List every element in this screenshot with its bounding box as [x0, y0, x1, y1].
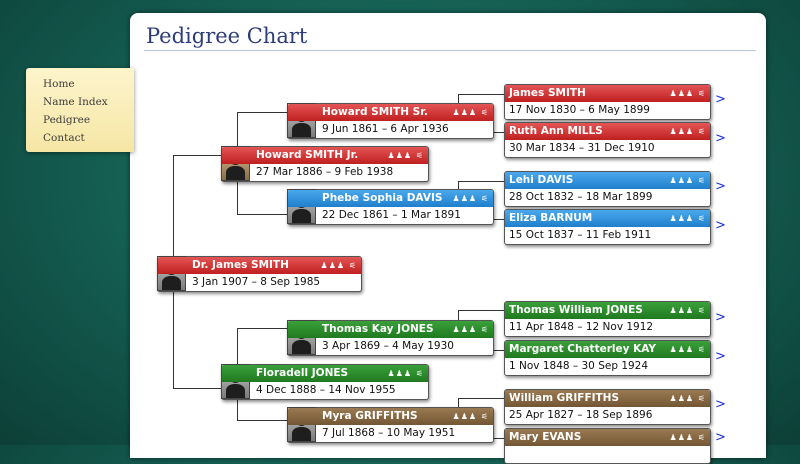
- person-card-great-grandparent[interactable]: Thomas William JONES ♟♟♟ ⚟ 11 Apr 1848 – …: [504, 301, 711, 337]
- person-dates: 3 Jan 1907 – 8 Sep 1985: [192, 276, 321, 288]
- person-card-great-grandparent[interactable]: Eliza BARNUM ♟♟♟ ⚟ 15 Oct 1837 – 11 Feb 1…: [504, 209, 711, 245]
- record-icons[interactable]: ♟♟♟ ⚟: [670, 302, 706, 319]
- person-dates: [505, 446, 710, 463]
- expand-ancestors-icon[interactable]: >: [715, 92, 726, 107]
- expand-ancestors-icon[interactable]: >: [715, 430, 726, 445]
- expand-ancestors-icon[interactable]: >: [715, 131, 726, 146]
- person-card-paternal-grandmother[interactable]: Phebe Sophia DAVIS ♟♟♟ ⚟ 22 Dec 1861 – 1 …: [287, 189, 494, 225]
- person-dates: 28 Oct 1832 – 18 Mar 1899: [509, 191, 653, 203]
- record-icons[interactable]: ♟♟♟ ⚟: [670, 429, 706, 446]
- person-card-great-grandparent[interactable]: Mary EVANS ♟♟♟ ⚟: [504, 428, 711, 464]
- person-name: Dr. James SMITH: [192, 259, 289, 271]
- person-name: Margaret Chatterley KAY: [509, 343, 656, 355]
- person-card-father[interactable]: Howard SMITH Jr. ♟♟♟ ⚟ 27 Mar 1886 – 9 Fe…: [221, 146, 429, 182]
- person-card-great-grandparent[interactable]: Margaret Chatterley KAY ♟♟♟ ⚟ 1 Nov 1848 …: [504, 340, 711, 376]
- record-icons[interactable]: ♟♟♟ ⚟: [670, 172, 706, 189]
- person-name: Myra GRIFFITHS: [322, 410, 418, 422]
- person-name: Phebe Sophia DAVIS: [322, 192, 443, 204]
- nav-name-index-link[interactable]: Name Index: [26, 93, 134, 111]
- record-icons[interactable]: ♟♟♟ ⚟: [388, 365, 424, 382]
- person-name: Thomas Kay JONES: [322, 323, 434, 335]
- record-icons[interactable]: ♟♟♟ ⚟: [670, 390, 706, 407]
- person-name: Mary EVANS: [509, 431, 582, 443]
- person-name: James SMITH: [509, 87, 586, 99]
- record-icons[interactable]: ♟♟♟ ⚟: [453, 408, 489, 425]
- person-name: Eliza BARNUM: [509, 212, 593, 224]
- record-icons[interactable]: ♟♟♟ ⚟: [453, 321, 489, 338]
- nav-pedigree-link[interactable]: Pedigree: [26, 111, 134, 129]
- person-card-maternal-grandmother[interactable]: Myra GRIFFITHS ♟♟♟ ⚟ 7 Jul 1868 – 10 May …: [287, 407, 494, 443]
- person-card-paternal-grandfather[interactable]: Howard SMITH Sr. ♟♟♟ ⚟ 9 Jun 1861 – 6 Apr…: [287, 103, 494, 139]
- expand-ancestors-icon[interactable]: >: [715, 397, 726, 412]
- record-icons[interactable]: ♟♟♟ ⚟: [453, 190, 489, 207]
- person-dates: 15 Oct 1837 – 11 Feb 1911: [509, 229, 652, 241]
- person-dates: 27 Mar 1886 – 9 Feb 1938: [256, 166, 394, 178]
- person-dates: 25 Apr 1827 – 18 Sep 1896: [509, 409, 653, 421]
- person-card-great-grandparent[interactable]: James SMITH ♟♟♟ ⚟ 17 Nov 1830 – 6 May 189…: [504, 84, 711, 120]
- person-dates: 9 Jun 1861 – 6 Apr 1936: [322, 123, 449, 135]
- person-card-great-grandparent[interactable]: Lehi DAVIS ♟♟♟ ⚟ 28 Oct 1832 – 18 Mar 189…: [504, 171, 711, 207]
- person-dates: 3 Apr 1869 – 4 May 1930: [322, 340, 454, 352]
- record-icons[interactable]: ♟♟♟ ⚟: [453, 104, 489, 121]
- person-dates: 1 Nov 1848 – 30 Sep 1924: [509, 360, 649, 372]
- person-card-great-grandparent[interactable]: Ruth Ann MILLS ♟♟♟ ⚟ 30 Mar 1834 – 31 Dec…: [504, 122, 711, 158]
- record-icons[interactable]: ♟♟♟ ⚟: [321, 257, 357, 274]
- side-navigation: Home Name Index Pedigree Contact: [26, 68, 134, 152]
- record-icons[interactable]: ♟♟♟ ⚟: [670, 341, 706, 358]
- person-name: Lehi DAVIS: [509, 174, 574, 186]
- person-dates: 22 Dec 1861 – 1 Mar 1891: [322, 209, 461, 221]
- person-name: William GRIFFITHS: [509, 392, 620, 404]
- person-dates: 7 Jul 1868 – 10 May 1951: [322, 427, 456, 439]
- person-dates: 30 Mar 1834 – 31 Dec 1910: [509, 142, 655, 154]
- person-name: Howard SMITH Sr.: [322, 106, 428, 118]
- expand-ancestors-icon[interactable]: >: [715, 349, 726, 364]
- person-name: Thomas William JONES: [509, 304, 643, 316]
- page-title: Pedigree Chart: [146, 24, 308, 48]
- person-dates: 17 Nov 1830 – 6 May 1899: [509, 104, 650, 116]
- person-name: Howard SMITH Jr.: [256, 149, 359, 161]
- person-name: Floradell JONES: [256, 367, 349, 379]
- record-icons[interactable]: ♟♟♟ ⚟: [388, 147, 424, 164]
- person-dates: 11 Apr 1848 – 12 Nov 1912: [509, 321, 654, 333]
- record-icons[interactable]: ♟♟♟ ⚟: [670, 85, 706, 102]
- expand-ancestors-icon[interactable]: >: [715, 218, 726, 233]
- person-card-great-grandparent[interactable]: William GRIFFITHS ♟♟♟ ⚟ 25 Apr 1827 – 18 …: [504, 389, 711, 425]
- person-card-mother[interactable]: Floradell JONES ♟♟♟ ⚟ 4 Dec 1888 – 14 Nov…: [221, 364, 429, 400]
- person-dates: 4 Dec 1888 – 14 Nov 1955: [256, 384, 396, 396]
- nav-home-link[interactable]: Home: [26, 75, 134, 93]
- record-icons[interactable]: ♟♟♟ ⚟: [670, 123, 706, 140]
- title-divider: [144, 50, 756, 51]
- expand-ancestors-icon[interactable]: >: [715, 179, 726, 194]
- expand-ancestors-icon[interactable]: >: [715, 310, 726, 325]
- person-card-root[interactable]: Dr. James SMITH ♟♟♟ ⚟ 3 Jan 1907 – 8 Sep …: [157, 256, 362, 292]
- nav-contact-link[interactable]: Contact: [26, 129, 134, 147]
- person-name: Ruth Ann MILLS: [509, 125, 603, 137]
- record-icons[interactable]: ♟♟♟ ⚟: [670, 210, 706, 227]
- person-card-maternal-grandfather[interactable]: Thomas Kay JONES ♟♟♟ ⚟ 3 Apr 1869 – 4 May…: [287, 320, 494, 356]
